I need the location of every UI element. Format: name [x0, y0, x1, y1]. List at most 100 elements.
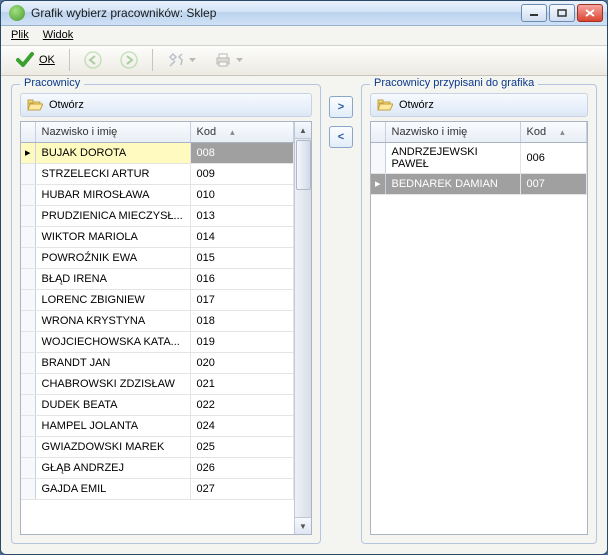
cell-code: 008 — [190, 142, 294, 163]
cell-name: BUJAK DOROTA — [35, 142, 190, 163]
row-marker — [21, 184, 35, 205]
table-row[interactable]: GWIAZDOWSKI MAREK025 — [21, 436, 294, 457]
minimize-button[interactable] — [521, 4, 547, 22]
cell-code: 016 — [190, 268, 294, 289]
employees-panel: Pracownicy Otwórz Nazwisko i imię Kod ▸B… — [11, 84, 321, 544]
col-name-header[interactable]: Nazwisko i imię — [385, 122, 520, 142]
print-button[interactable] — [208, 47, 249, 73]
folder-open-icon — [377, 98, 393, 112]
nav-fwd-button[interactable] — [114, 47, 144, 73]
table-row[interactable]: WIKTOR MARIOLA014 — [21, 226, 294, 247]
scrollbar[interactable]: ▲ ▼ — [294, 122, 311, 534]
table-row[interactable]: ANDRZEJEWSKI PAWEŁ006 — [371, 142, 587, 173]
tools-button[interactable] — [161, 47, 202, 73]
window: Grafik wybierz pracowników: Sklep Plik W… — [0, 0, 608, 555]
row-marker — [21, 478, 35, 499]
assigned-grid: Nazwisko i imię Kod ANDRZEJEWSKI PAWEŁ00… — [370, 121, 588, 535]
col-code-header[interactable]: Kod — [520, 122, 587, 142]
row-marker — [21, 436, 35, 457]
menubar: Plik Widok — [1, 26, 607, 46]
tools-icon — [167, 51, 185, 69]
col-code-header[interactable]: Kod — [190, 122, 294, 142]
cell-name: WRONA KRYSTYNA — [35, 310, 190, 331]
row-marker-header[interactable] — [21, 122, 35, 142]
cell-code: 014 — [190, 226, 294, 247]
scroll-track[interactable] — [295, 191, 311, 517]
cell-code: 022 — [190, 394, 294, 415]
cell-code: 018 — [190, 310, 294, 331]
row-marker — [21, 226, 35, 247]
table-row[interactable]: GAJDA EMIL027 — [21, 478, 294, 499]
cell-name: GŁĄB ANDRZEJ — [35, 457, 190, 478]
table-row[interactable]: ▸BUJAK DOROTA008 — [21, 142, 294, 163]
maximize-button[interactable] — [549, 4, 575, 22]
nav-back-button[interactable] — [78, 47, 108, 73]
cell-name: HUBAR MIROSŁAWA — [35, 184, 190, 205]
row-marker — [21, 310, 35, 331]
printer-icon — [214, 51, 232, 69]
arrow-right-icon — [120, 51, 138, 69]
row-marker — [21, 457, 35, 478]
assigned-legend: Pracownicy przypisani do grafika — [370, 77, 538, 89]
table-row[interactable]: DUDEK BEATA022 — [21, 394, 294, 415]
scroll-down-button[interactable]: ▼ — [295, 517, 311, 534]
table-row[interactable]: STRZELECKI ARTUR009 — [21, 163, 294, 184]
cell-code: 010 — [190, 184, 294, 205]
table-row[interactable]: LORENC ZBIGNIEW017 — [21, 289, 294, 310]
col-name-header[interactable]: Nazwisko i imię — [35, 122, 190, 142]
table-row[interactable]: HAMPEL JOLANTA024 — [21, 415, 294, 436]
row-marker — [21, 163, 35, 184]
cell-code: 007 — [520, 173, 587, 194]
cell-name: ANDRZEJEWSKI PAWEŁ — [385, 142, 520, 173]
cell-name: PRUDZIENICA MIECZYSŁ... — [35, 205, 190, 226]
row-marker — [21, 373, 35, 394]
cell-code: 013 — [190, 205, 294, 226]
cell-code: 027 — [190, 478, 294, 499]
row-marker: ▸ — [21, 142, 35, 163]
cell-name: BŁĄD IRENA — [35, 268, 190, 289]
table-row[interactable]: WOJCIECHOWSKA KATA...019 — [21, 331, 294, 352]
table-row[interactable]: BŁĄD IRENA016 — [21, 268, 294, 289]
move-left-button[interactable]: < — [329, 126, 353, 148]
table-row[interactable]: ▸BEDNAREK DAMIAN007 — [371, 173, 587, 194]
content: Pracownicy Otwórz Nazwisko i imię Kod ▸B… — [1, 76, 607, 554]
row-marker — [21, 415, 35, 436]
table-row[interactable]: PRUDZIENICA MIECZYSŁ...013 — [21, 205, 294, 226]
open-bar-left[interactable]: Otwórz — [20, 93, 312, 117]
close-button[interactable] — [577, 4, 603, 22]
cell-code: 024 — [190, 415, 294, 436]
table-row[interactable]: WRONA KRYSTYNA018 — [21, 310, 294, 331]
app-icon — [9, 5, 25, 21]
table-row[interactable]: GŁĄB ANDRZEJ026 — [21, 457, 294, 478]
cell-name: STRZELECKI ARTUR — [35, 163, 190, 184]
ok-button[interactable]: OK — [9, 47, 61, 73]
scroll-up-button[interactable]: ▲ — [295, 122, 311, 139]
separator — [152, 49, 153, 71]
row-marker — [21, 352, 35, 373]
cell-name: GWIAZDOWSKI MAREK — [35, 436, 190, 457]
row-marker-header[interactable] — [371, 122, 385, 142]
cell-name: CHABROWSKI ZDZISŁAW — [35, 373, 190, 394]
scroll-thumb[interactable] — [296, 140, 311, 190]
cell-code: 006 — [520, 142, 587, 173]
move-right-button[interactable]: > — [329, 96, 353, 118]
table-row[interactable]: BRANDT JAN020 — [21, 352, 294, 373]
chevron-down-icon — [236, 58, 243, 63]
row-marker: ▸ — [371, 173, 385, 194]
cell-code: 026 — [190, 457, 294, 478]
open-bar-right[interactable]: Otwórz — [370, 93, 588, 117]
row-marker — [21, 289, 35, 310]
table-row[interactable]: POWROŹNIK EWA015 — [21, 247, 294, 268]
employees-grid: Nazwisko i imię Kod ▸BUJAK DOROTA008STRZ… — [20, 121, 312, 535]
menu-widok[interactable]: Widok — [43, 29, 74, 41]
row-marker — [371, 142, 385, 173]
cell-name: WIKTOR MARIOLA — [35, 226, 190, 247]
cell-code: 020 — [190, 352, 294, 373]
cell-name: WOJCIECHOWSKA KATA... — [35, 331, 190, 352]
table-row[interactable]: HUBAR MIROSŁAWA010 — [21, 184, 294, 205]
cell-code: 025 — [190, 436, 294, 457]
menu-plik[interactable]: Plik — [11, 29, 29, 41]
table-row[interactable]: CHABROWSKI ZDZISŁAW021 — [21, 373, 294, 394]
arrow-left-icon — [84, 51, 102, 69]
cell-name: BRANDT JAN — [35, 352, 190, 373]
